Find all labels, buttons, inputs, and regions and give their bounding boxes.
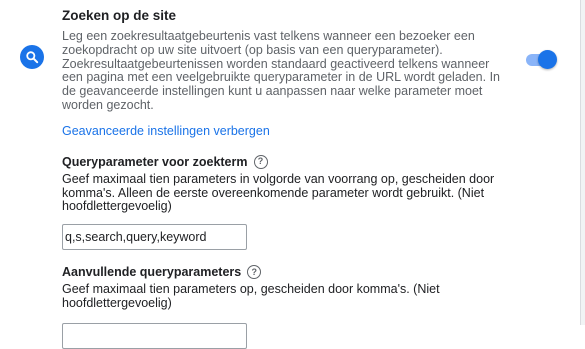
- extra-params-description: Geef maximaal tien parameters op, gesche…: [62, 282, 440, 310]
- site-search-title: Zoeken op de site: [62, 8, 177, 23]
- search-icon: [20, 45, 44, 69]
- toggle-knob: [538, 50, 557, 69]
- query-param-input[interactable]: [62, 224, 247, 251]
- site-search-toggle[interactable]: [524, 49, 558, 69]
- query-param-label: Queryparameter voor zoekterm: [62, 154, 248, 169]
- site-search-settings: Zoeken op de site Leg een zoekresultaatg…: [62, 7, 502, 349]
- extra-params-input[interactable]: [62, 322, 247, 349]
- hide-advanced-settings-link[interactable]: Geavanceerde instellingen verbergen: [62, 123, 270, 139]
- site-search-description: Leg een zoekresultaatgebeurtenis vast te…: [62, 29, 501, 112]
- help-circle-icon[interactable]: ?: [247, 265, 262, 280]
- scrollbar-edge: [580, 0, 585, 325]
- query-param-heading: Queryparameter voor zoekterm ?: [62, 154, 502, 170]
- extra-params-label: Aanvullende queryparameters: [62, 265, 242, 280]
- query-param-description: Geef maximaal tien parameters in volgord…: [62, 171, 495, 214]
- help-circle-icon[interactable]: ?: [253, 154, 268, 169]
- extra-params-heading: Aanvullende queryparameters ?: [62, 264, 502, 280]
